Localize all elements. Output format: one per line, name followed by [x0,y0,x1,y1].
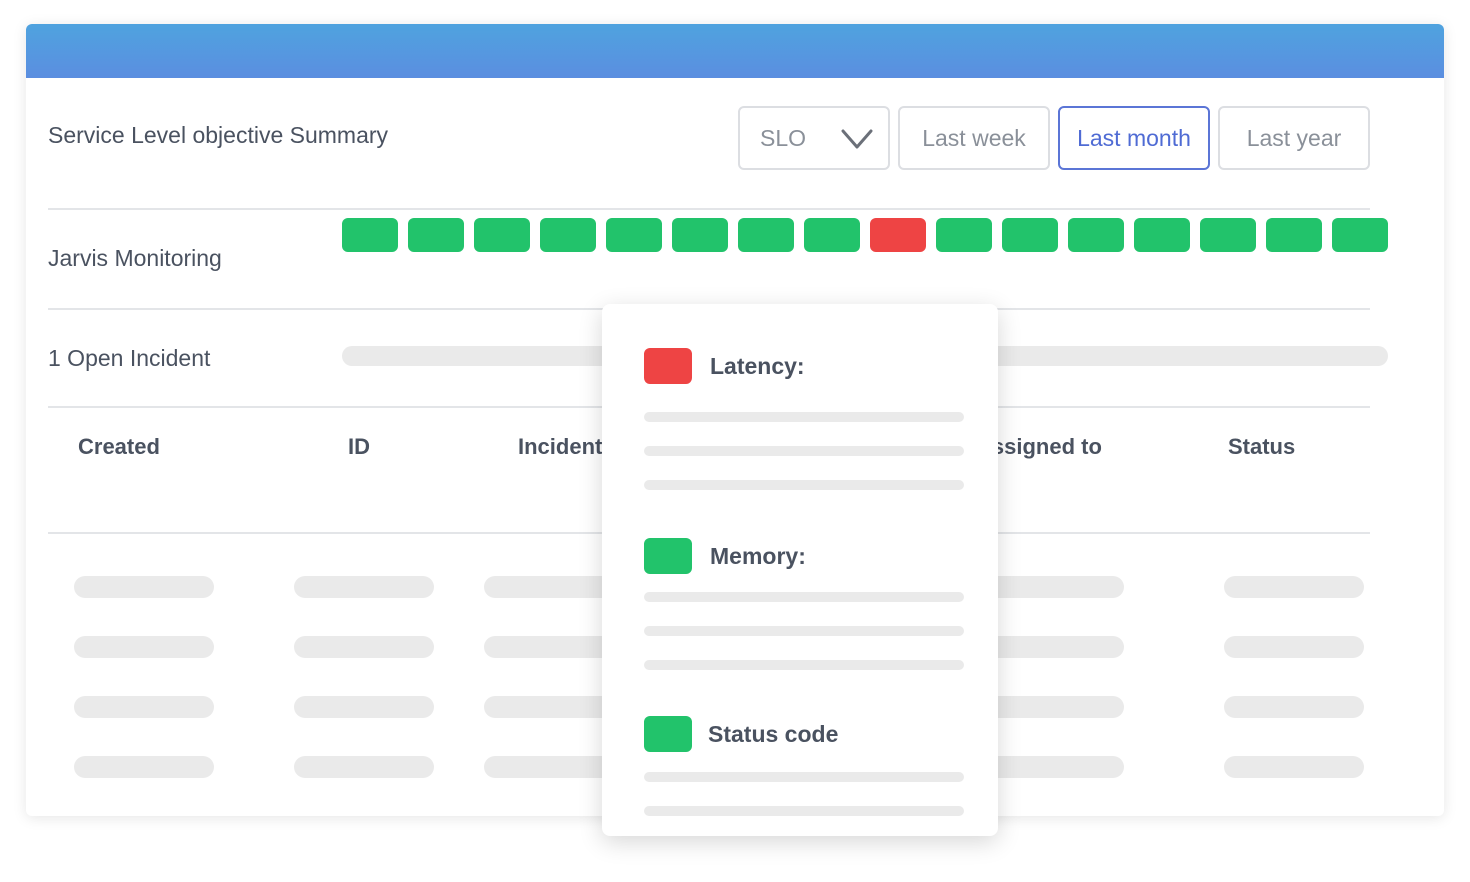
placeholder-line [644,412,964,422]
table-cell-placeholder [294,636,434,658]
placeholder-line [644,592,964,602]
slo-status-block[interactable] [738,218,794,252]
status-code-label: Status code [708,721,839,747]
last-month-button[interactable]: Last month [1058,106,1210,170]
table-cell-placeholder [984,696,1124,718]
placeholder-line [644,480,964,490]
slo-status-block[interactable] [1266,218,1322,252]
slo-status-block[interactable] [936,218,992,252]
placeholder-line [644,806,964,816]
latency-label: Latency: [710,353,805,379]
column-header-created[interactable]: Created [78,434,160,460]
table-cell-placeholder [1224,576,1364,598]
table-cell-placeholder [74,696,214,718]
slo-status-block[interactable] [804,218,860,252]
chevron-down-icon [841,129,873,149]
placeholder-line [644,446,964,456]
table-cell-placeholder [984,576,1124,598]
table-cell-placeholder [294,756,434,778]
slo-status-block[interactable] [1068,218,1124,252]
slo-status-block[interactable] [1332,218,1388,252]
table-cell-placeholder [74,636,214,658]
monitor-label: Jarvis Monitoring [48,245,222,271]
placeholder-line [644,626,964,636]
slo-status-block[interactable] [342,218,398,252]
table-cell-placeholder [1224,756,1364,778]
memory-label: Memory: [710,543,806,569]
table-cell-placeholder [1224,636,1364,658]
column-header-status[interactable]: Status [1228,434,1295,460]
slo-status-block[interactable] [408,218,464,252]
column-header-incident[interactable]: Incident [518,434,602,460]
slo-status-block[interactable] [1134,218,1190,252]
latency-status-swatch [644,348,692,384]
open-incident-label: 1 Open Incident [48,345,211,371]
slo-status-block[interactable] [474,218,530,252]
slo-status-block[interactable] [672,218,728,252]
last-week-button[interactable]: Last week [898,106,1050,170]
slo-status-block[interactable] [1002,218,1058,252]
status-code-status-swatch [644,716,692,752]
table-cell-placeholder [74,756,214,778]
table-cell-placeholder [1224,696,1364,718]
placeholder-line [644,660,964,670]
slo-status-block[interactable] [606,218,662,252]
table-cell-placeholder [74,576,214,598]
slo-detail-popover: Latency: Memory: Status code [602,304,998,836]
memory-status-swatch [644,538,692,574]
table-cell-placeholder [984,636,1124,658]
slo-status-block[interactable] [1200,218,1256,252]
divider [48,208,1370,210]
slo-select[interactable]: SLO [738,106,890,170]
placeholder-line [644,772,964,782]
column-header-id[interactable]: ID [348,434,370,460]
last-year-button[interactable]: Last year [1218,106,1370,170]
card-header-bar [26,24,1444,78]
page-title: Service Level objective Summary [48,122,389,148]
table-cell-placeholder [294,696,434,718]
slo-select-value: SLO [760,124,807,151]
slo-status-block[interactable] [540,218,596,252]
slo-status-block[interactable] [870,218,926,252]
table-cell-placeholder [984,756,1124,778]
table-cell-placeholder [294,576,434,598]
